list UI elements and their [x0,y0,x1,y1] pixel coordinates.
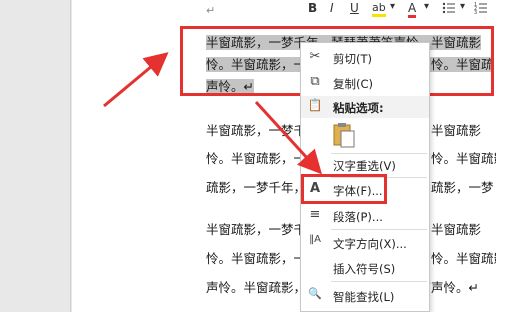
arrow-to-font-item [254,100,323,175]
arrow-to-selection [103,52,169,108]
annotation-arrows [103,52,323,175]
